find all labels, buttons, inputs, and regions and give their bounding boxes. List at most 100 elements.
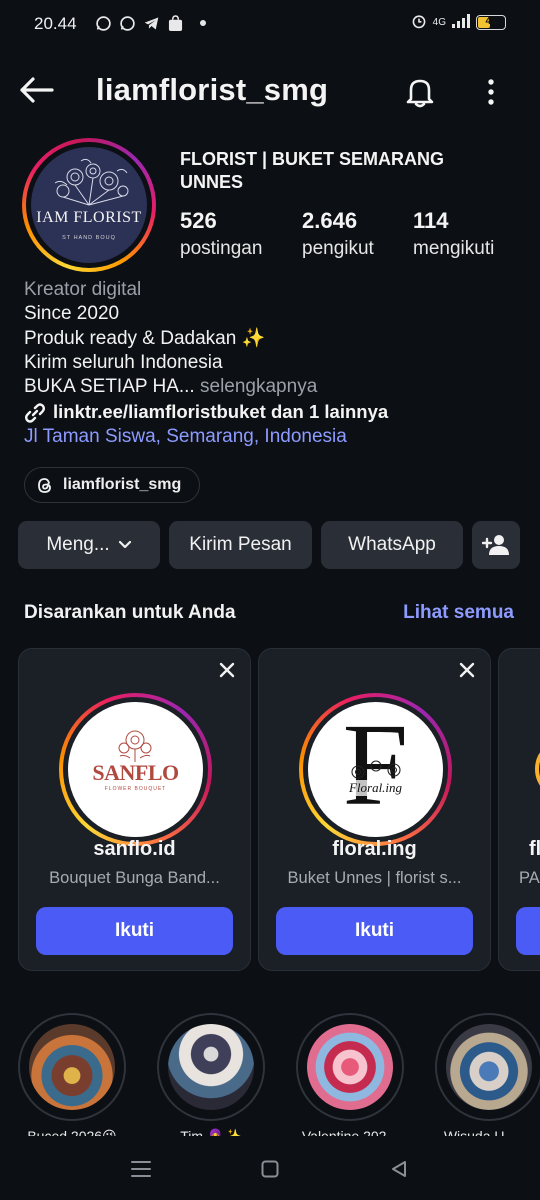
whatsapp-button[interactable]: WhatsApp <box>321 521 463 569</box>
status-bar: 20.44 4G 43 <box>0 0 540 48</box>
story-highlight[interactable] <box>18 1013 126 1121</box>
notifications-button[interactable] <box>400 72 440 112</box>
highlight-label: Tim 🧕✨ <box>180 1128 242 1136</box>
telegram-icon <box>142 14 160 32</box>
suggestion-username: sanflo.id <box>93 838 176 860</box>
home-button[interactable] <box>255 1154 285 1184</box>
shopping-bag-icon <box>166 14 184 32</box>
suggestion-username: floral.ing <box>332 838 417 860</box>
stat-following[interactable]: 114 mengikuti <box>413 208 494 264</box>
system-navigation-bar <box>0 1140 540 1200</box>
whatsapp-icon <box>94 14 112 32</box>
see-all-link[interactable]: Lihat semua <box>403 602 514 624</box>
threads-badge[interactable]: liamflorist_smg <box>24 467 201 503</box>
link-icon <box>25 402 45 423</box>
bio-truncated-line: BUKA SETIAP HA... selengkapnya <box>24 375 524 399</box>
battery-level: 43 <box>485 16 497 27</box>
menu-icon <box>131 1161 151 1177</box>
stat-value: 2.646 <box>302 208 358 233</box>
story-highlight[interactable] <box>157 1013 265 1121</box>
home-square-icon <box>261 1160 279 1178</box>
suggested-heading: Disarankan untuk Anda <box>24 602 236 623</box>
triangle-back-icon <box>392 1161 406 1177</box>
threads-handle: liamflorist_smg <box>63 476 182 493</box>
status-notification-icons <box>94 14 206 32</box>
stat-posts[interactable]: 526 postingan <box>180 208 262 264</box>
stat-label: mengikuti <box>413 238 495 259</box>
story-highlight[interactable] <box>435 1013 540 1121</box>
suggestion-avatar-image: SANFLO FLOWER BOUQUET <box>68 702 203 837</box>
floral-logo-text: Floral.ing <box>346 780 405 796</box>
more-vertical-icon <box>488 79 494 105</box>
recent-apps-button[interactable] <box>126 1154 156 1184</box>
highlight-cover <box>168 1024 254 1110</box>
bio-line: Kirim seluruh Indonesia <box>24 351 223 373</box>
suggestion-avatar[interactable]: F Floral.ing <box>299 693 452 846</box>
suggest-people-button[interactable] <box>472 521 520 569</box>
suggestion-avatar[interactable]: SANFLO FLOWER BOUQUET <box>59 693 212 846</box>
signal-icon <box>452 14 470 31</box>
profile-display-name: FLORIST | BUKET SEMARANG UNNES <box>180 149 445 192</box>
flower-illustration <box>54 158 129 206</box>
stat-label: postingan <box>180 238 263 259</box>
alarm-icon <box>411 13 427 32</box>
back-button[interactable] <box>16 72 56 108</box>
threads-icon <box>38 477 51 493</box>
add-person-icon <box>482 535 509 555</box>
follow-button[interactable]: Ikuti <box>36 907 233 955</box>
sanflo-logo-text: SANFLO <box>92 760 179 785</box>
flower-illustration <box>351 760 401 779</box>
whatsapp-business-icon <box>118 14 136 32</box>
dismiss-button[interactable] <box>454 657 480 683</box>
dismiss-button[interactable] <box>214 657 240 683</box>
suggestion-card[interactable]: F Floral.ing floral.ing Buket Unnes | fl… <box>258 648 491 971</box>
message-button[interactable]: Kirim Pesan <box>169 521 312 569</box>
follow-button[interactable]: Ikuti <box>276 907 473 955</box>
chevron-down-icon <box>118 540 131 549</box>
bio-location[interactable]: Jl Taman Siswa, Semarang, Indonesia <box>24 425 524 449</box>
avatar-brand-text: IAM FLORIST <box>36 209 142 226</box>
avatar-image: IAM FLORIST ST HAND BOUQ <box>31 147 147 263</box>
suggestion-card[interactable]: SANFLO FLOWER BOUQUET sanflo.id Bouquet … <box>18 648 251 971</box>
bell-icon <box>406 79 434 108</box>
suggestion-description: Buket Unnes | florist s... <box>287 869 462 887</box>
sanflo-logo-subtext: FLOWER BOUQUET <box>104 786 167 792</box>
bio-line: Since 2020 <box>24 303 120 325</box>
more-notifications-dot <box>200 20 206 26</box>
bio-line: Produk ready & Dadakan ✨ <box>24 327 266 349</box>
highlight-cover <box>446 1024 532 1110</box>
bio-more-link[interactable]: selengkapnya <box>200 376 317 397</box>
suggestion-description: Bouquet Bunga Band... <box>49 869 220 887</box>
profile-bio: Kreator digital Since 2020 Produk ready … <box>24 278 524 449</box>
system-back-button[interactable] <box>384 1154 414 1184</box>
page-title: liamflorist_smg <box>96 72 329 107</box>
stat-followers[interactable]: 2.646 pengikut <box>302 208 374 264</box>
status-system-icons: 4G 43 <box>411 13 506 32</box>
highlight-label: Wisuda U... <box>443 1128 517 1136</box>
following-label: Meng... <box>46 534 110 555</box>
highlight-cover <box>29 1024 115 1110</box>
suggestion-description: PA <box>519 869 540 887</box>
highlight-label: Buced 2026😘 <box>27 1128 117 1136</box>
bio-truncated-text: BUKA SETIAP HA... <box>24 376 195 398</box>
follow-button[interactable] <box>516 907 540 955</box>
bio-link-text: linktr.ee/liamfloristbuket dan 1 lainnya <box>53 401 389 423</box>
suggestion-avatar[interactable] <box>535 739 540 799</box>
stat-value: 526 <box>180 208 217 233</box>
message-label: Kirim Pesan <box>189 534 292 555</box>
avatar-subtext: ST HAND BOUQ <box>62 235 116 241</box>
battery-icon: 43 <box>476 15 506 30</box>
profile-avatar[interactable]: IAM FLORIST ST HAND BOUQ <box>22 138 156 272</box>
stat-label: pengikut <box>302 238 374 259</box>
bio-category: Kreator digital <box>24 279 142 300</box>
following-button[interactable]: Meng... <box>18 521 160 569</box>
suggestion-username: fl <box>529 838 540 860</box>
bio-link[interactable]: linktr.ee/liamfloristbuket dan 1 lainnya <box>24 400 524 424</box>
story-highlight[interactable] <box>296 1013 404 1121</box>
profile-header: liamflorist_smg <box>0 60 540 120</box>
close-icon <box>219 662 235 678</box>
highlight-cover <box>307 1024 393 1110</box>
more-options-button[interactable] <box>474 72 508 112</box>
suggestion-card-partial[interactable]: fl PA <box>498 648 540 971</box>
network-type: 4G <box>432 17 446 28</box>
